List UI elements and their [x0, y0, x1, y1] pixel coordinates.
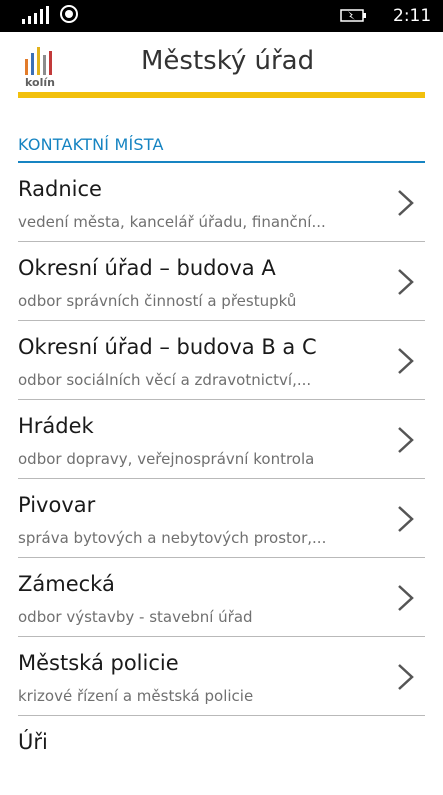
page-title: Městský úřad: [141, 46, 315, 76]
list-item-title: Pivovar: [18, 493, 96, 517]
list-item-subtitle: krizové řízení a městská policie: [18, 687, 254, 705]
battery-charging-icon: [340, 9, 366, 22]
list-item-subtitle: odbor správních činností a přestupků: [18, 292, 297, 310]
list-item-subtitle: odbor dopravy, veřejnosprávní kontrola: [18, 450, 315, 468]
logo-text: kolín: [25, 76, 55, 89]
list-item-subtitle: správa bytových a nebytových prostor,...: [18, 529, 327, 547]
chevron-right-icon: [398, 506, 414, 532]
chevron-right-icon: [398, 664, 414, 690]
list-item-pivovar[interactable]: Pivovar správa bytových a nebytových pro…: [18, 479, 425, 558]
contact-list: Radnice vedení města, kancelář úřadu, fi…: [18, 163, 425, 795]
chevron-right-icon: [398, 190, 414, 216]
chevron-right-icon: [398, 427, 414, 453]
kolin-logo: kolín: [22, 39, 62, 89]
list-item-title: Okresní úřad – budova A: [18, 256, 276, 280]
app-header: kolín Městský úřad: [0, 32, 443, 92]
list-item-subtitle: odbor sociálních věcí a zdravotnictví,..…: [18, 371, 312, 389]
list-item-okresni-urad-a[interactable]: Okresní úřad – budova A odbor správních …: [18, 242, 425, 321]
list-item-mestska-policie[interactable]: Městská policie krizové řízení a městská…: [18, 637, 425, 716]
list-item-title: Hrádek: [18, 414, 94, 438]
status-time: 2:11: [393, 6, 432, 26]
wifi-icon: [60, 5, 78, 23]
list-item-partial[interactable]: Úři: [18, 716, 425, 795]
list-item-okresni-urad-bc[interactable]: Okresní úřad – budova B a C odbor sociál…: [18, 321, 425, 400]
status-bar: 2:11: [0, 0, 443, 32]
list-item-subtitle: odbor výstavby - stavební úřad: [18, 608, 253, 626]
chevron-right-icon: [398, 348, 414, 374]
header-accent-line: [18, 92, 425, 98]
list-item-title: Městská policie: [18, 651, 179, 675]
list-item-title: Okresní úřad – budova B a C: [18, 335, 317, 359]
list-item-title: Úři: [18, 730, 48, 754]
list-item-zamecka[interactable]: Zámecká odbor výstavby - stavební úřad: [18, 558, 425, 637]
list-item-hradek[interactable]: Hrádek odbor dopravy, veřejnosprávní kon…: [18, 400, 425, 479]
list-item-radnice[interactable]: Radnice vedení města, kancelář úřadu, fi…: [18, 163, 425, 242]
list-item-subtitle: vedení města, kancelář úřadu, finanční..…: [18, 213, 326, 231]
chevron-right-icon: [398, 585, 414, 611]
section-title: KONTAKTNÍ MÍSTA: [18, 135, 164, 154]
list-item-title: Radnice: [18, 177, 102, 201]
list-item-title: Zámecká: [18, 572, 115, 596]
signal-strength-icon: [22, 6, 49, 24]
chevron-right-icon: [398, 269, 414, 295]
